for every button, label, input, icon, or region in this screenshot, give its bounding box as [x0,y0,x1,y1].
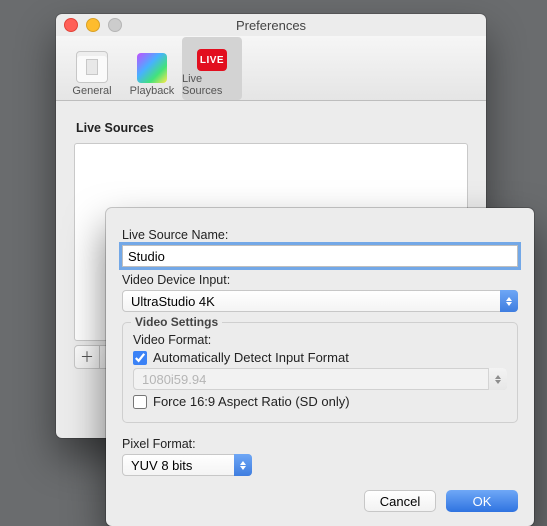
cancel-button[interactable]: Cancel [364,490,436,512]
plus-icon: ＋ [80,347,94,367]
auto-detect-row[interactable]: Automatically Detect Input Format [133,350,507,365]
device-label: Video Device Input: [122,273,518,287]
pixel-format-label: Pixel Format: [122,437,252,451]
live-icon: LIVE [197,49,227,71]
video-device-select[interactable]: UltraStudio 4K [122,290,518,312]
section-header: Live Sources [76,121,468,135]
video-settings-group: Video Settings Video Format: Automatical… [122,322,518,423]
titlebar: Preferences [56,14,486,36]
window-title: Preferences [56,18,486,33]
tab-playback[interactable]: Playback [122,37,182,100]
add-source-button[interactable]: ＋ [74,345,100,369]
force-169-row[interactable]: Force 16:9 Aspect Ratio (SD only) [133,394,507,409]
auto-detect-label: Automatically Detect Input Format [153,350,349,365]
tab-live-sources[interactable]: LIVE Live Sources [182,37,242,100]
tab-label: Playback [130,85,175,97]
video-format-label: Video Format: [133,333,507,347]
preferences-toolbar: General Playback LIVE Live Sources [56,36,486,101]
tab-label: General [72,85,111,97]
tab-label: Live Sources [182,73,242,97]
playback-icon [137,53,167,83]
live-source-name-input[interactable] [122,245,518,267]
pixel-format-select[interactable]: YUV 8 bits [122,454,252,476]
live-source-sheet: Live Source Name: Video Device Input: Ul… [106,208,534,526]
general-icon [76,51,108,83]
video-settings-legend: Video Settings [131,315,222,329]
ok-button[interactable]: OK [446,490,518,512]
force-169-label: Force 16:9 Aspect Ratio (SD only) [153,394,350,409]
video-format-select: 1080i59.94 [133,368,507,390]
tab-general[interactable]: General [62,37,122,100]
force-169-checkbox[interactable] [133,395,147,409]
name-label: Live Source Name: [122,228,518,242]
auto-detect-checkbox[interactable] [133,351,147,365]
